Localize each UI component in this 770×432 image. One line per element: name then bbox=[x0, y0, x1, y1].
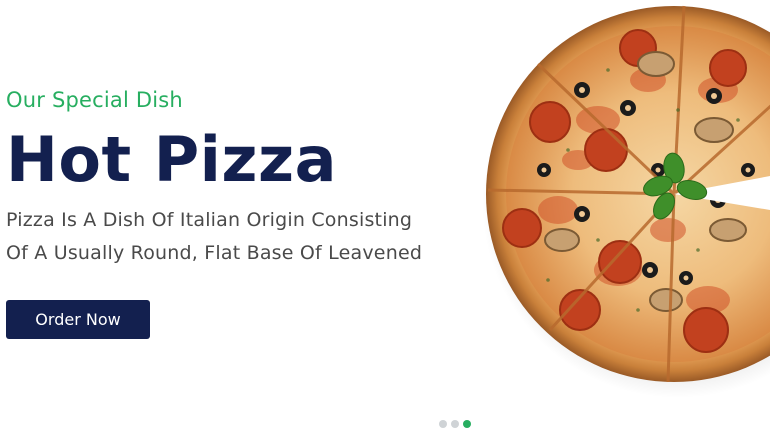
hero-description-line: Pizza Is A Dish Of Italian Origin Consis… bbox=[6, 209, 413, 231]
hero-title: Hot Pizza bbox=[6, 123, 337, 196]
carousel-pagination bbox=[439, 413, 475, 428]
hero-text-block: Our Special Dish Hot Pizza Pizza Is A Di… bbox=[6, 82, 476, 270]
carousel-dot-3-active[interactable] bbox=[463, 420, 471, 428]
carousel-dot-2[interactable] bbox=[451, 420, 459, 428]
order-now-button[interactable]: Order Now bbox=[6, 300, 150, 339]
carousel-dot-1[interactable] bbox=[439, 420, 447, 428]
hero-slide: Our Special Dish Hot Pizza Pizza Is A Di… bbox=[0, 0, 770, 432]
pizza-image bbox=[478, 0, 770, 400]
hero-description: Pizza Is A Dish Of Italian Origin Consis… bbox=[6, 204, 476, 270]
hero-description-line: Of A Usually Round, Flat Base Of Leavene… bbox=[6, 242, 423, 264]
hero-subtitle: Our Special Dish bbox=[6, 88, 183, 112]
pizza-icon bbox=[482, 5, 770, 398]
